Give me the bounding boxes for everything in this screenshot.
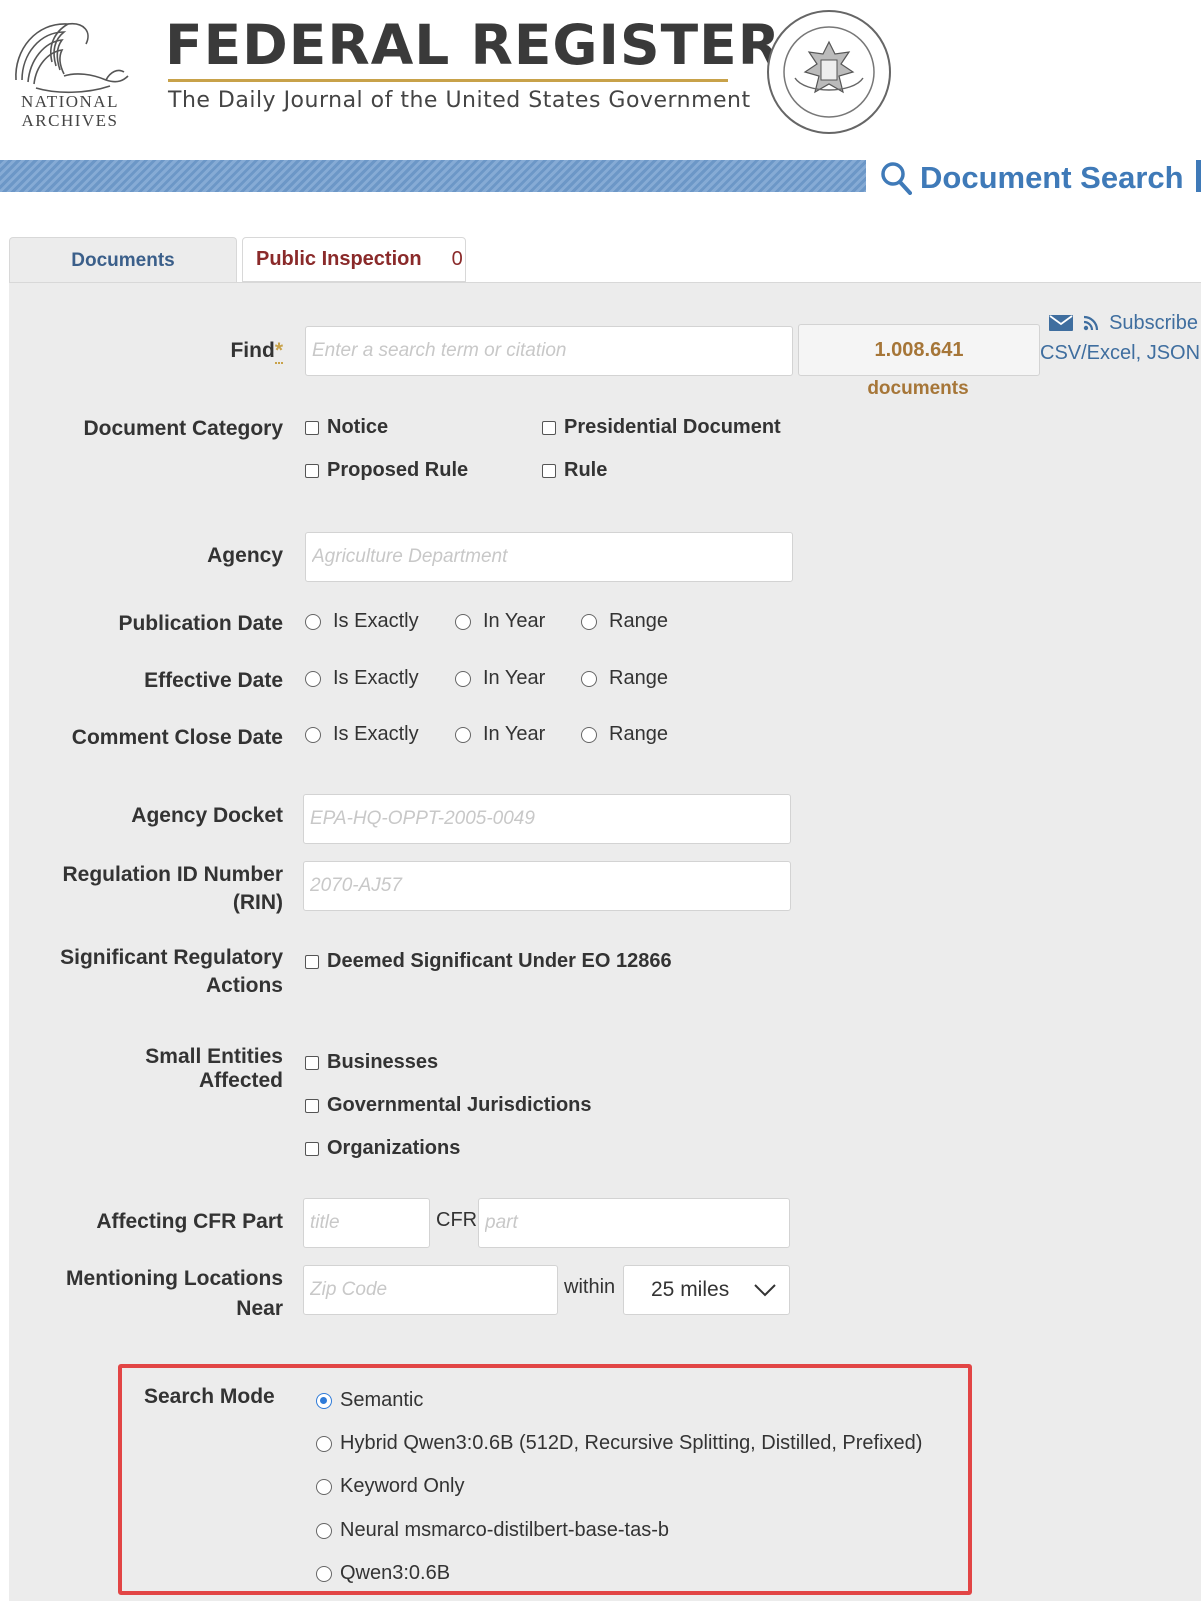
radio-dot[interactable] [581, 670, 597, 687]
search-icon [881, 162, 912, 195]
small-entities-label: Small Entities Affected [145, 1045, 283, 1092]
effective-date-range-radio[interactable]: Range [581, 667, 668, 690]
document-category-label: Document Category [83, 417, 283, 440]
result-count: 1.008.641 [798, 324, 1040, 376]
csv-json-link[interactable]: CSV/Excel, JSON [1040, 342, 1200, 365]
category-proposed-rule-checkbox[interactable]: Proposed Rule [305, 459, 468, 482]
checkbox-box[interactable] [305, 1098, 319, 1113]
checkbox-box[interactable] [305, 420, 319, 435]
radio-dot[interactable] [581, 613, 597, 630]
tab-documents[interactable]: Documents [9, 237, 237, 283]
publication-date-is-exactly-radio[interactable]: Is Exactly [305, 610, 419, 633]
banner-end-marker [1196, 160, 1201, 192]
agency-input[interactable] [305, 532, 793, 582]
radio-dot[interactable] [455, 613, 471, 630]
within-label: within [564, 1276, 616, 1298]
radio-dot[interactable] [316, 1565, 332, 1582]
email-icon[interactable] [1049, 315, 1074, 331]
radio-dot[interactable] [316, 1435, 332, 1452]
checkbox-box[interactable] [542, 420, 556, 435]
cfr-separator-label: CFR [436, 1209, 478, 1231]
radio-dot[interactable] [455, 726, 471, 743]
affecting-cfr-part-label: Affecting CFR Part [96, 1210, 283, 1233]
chevron-down-icon [754, 1284, 776, 1297]
effective-date-is-exactly-radio[interactable]: Is Exactly [305, 667, 419, 690]
site-subtitle: The Daily Journal of the United States G… [168, 88, 751, 113]
subscribe-link[interactable]: Subscribe [1040, 310, 1198, 336]
radio-dot[interactable] [581, 726, 597, 743]
small-entities-organizations-checkbox[interactable]: Organizations [305, 1137, 460, 1160]
subscribe-label[interactable]: Subscribe [1109, 312, 1198, 335]
checkbox-box[interactable] [305, 954, 319, 969]
export-links: Subscribe CSV/Excel, JSON [1040, 310, 1200, 365]
effective-date-label: Effective Date [144, 669, 283, 692]
category-presidential-document-checkbox[interactable]: Presidential Document [542, 416, 781, 439]
effective-date-in-year-radio[interactable]: In Year [455, 667, 545, 690]
required-marker: * [274, 339, 283, 364]
public-inspection-count: 0 [451, 248, 463, 270]
significant-actions-label: Significant Regulatory Actions [60, 946, 283, 997]
radio-dot[interactable] [305, 726, 321, 743]
distance-selected-value: 25 miles [651, 1278, 730, 1301]
rin-label: Regulation ID Number (RIN) [62, 863, 283, 914]
publication-date-range-radio[interactable]: Range [581, 610, 668, 633]
radio-dot[interactable] [316, 1392, 332, 1409]
checkbox-box[interactable] [305, 1141, 319, 1156]
rin-input[interactable] [303, 861, 791, 911]
checkbox-box[interactable] [542, 463, 556, 478]
result-count-label: documents [867, 378, 969, 399]
radio-dot[interactable] [316, 1522, 332, 1539]
radio-dot[interactable] [316, 1478, 332, 1495]
search-mode-qwen3-radio[interactable]: Qwen3:0.6B [316, 1562, 450, 1585]
tab-public-inspection-label: Public Inspection [256, 248, 422, 270]
site-title[interactable]: FEDERAL REGISTER [165, 14, 781, 76]
comment-close-date-in-year-radio[interactable]: In Year [455, 723, 545, 746]
search-mode-neural-radio[interactable]: Neural msmarco-distilbert-base-tas-b [316, 1519, 669, 1542]
title-divider [168, 79, 728, 82]
comment-close-date-range-radio[interactable]: Range [581, 723, 668, 746]
comment-close-date-is-exactly-radio[interactable]: Is Exactly [305, 723, 419, 746]
deemed-significant-checkbox[interactable]: Deemed Significant Under EO 12866 [305, 950, 672, 973]
national-archives-logo-text: NATIONAL ARCHIVES [21, 92, 119, 130]
category-notice-checkbox[interactable]: Notice [305, 416, 388, 439]
distance-select[interactable]: 25 miles [623, 1265, 790, 1315]
tab-public-inspection[interactable]: Public Inspection 0 [242, 237, 466, 282]
checkbox-box[interactable] [305, 463, 319, 478]
document-search-heading: Document Search [880, 158, 1184, 198]
agency-label: Agency [207, 544, 283, 567]
cfr-part-input[interactable] [478, 1198, 790, 1248]
search-mode-keyword-only-radio[interactable]: Keyword Only [316, 1475, 465, 1498]
find-input[interactable] [305, 326, 793, 376]
nara-seal-icon [767, 10, 891, 134]
cfr-title-input[interactable] [303, 1198, 430, 1248]
radio-dot[interactable] [305, 613, 321, 630]
zip-code-input[interactable] [303, 1265, 558, 1315]
agency-docket-input[interactable] [303, 794, 791, 844]
search-mode-hybrid-radio[interactable]: Hybrid Qwen3:0.6B (512D, Recursive Split… [316, 1432, 922, 1455]
publication-date-in-year-radio[interactable]: In Year [455, 610, 545, 633]
radio-dot[interactable] [305, 670, 321, 687]
small-entities-governmental-jurisdictions-checkbox[interactable]: Governmental Jurisdictions [305, 1094, 592, 1117]
find-label: Find* [230, 339, 283, 364]
comment-close-date-label: Comment Close Date [71, 726, 283, 749]
radio-dot[interactable] [455, 670, 471, 687]
rss-icon[interactable] [1083, 315, 1099, 331]
search-mode-label: Search Mode [144, 1385, 275, 1408]
publication-date-label: Publication Date [118, 612, 283, 635]
document-search-label: Document Search [920, 160, 1184, 195]
header-banner-bar [0, 160, 866, 192]
small-entities-businesses-checkbox[interactable]: Businesses [305, 1051, 438, 1074]
search-mode-semantic-radio[interactable]: Semantic [316, 1389, 423, 1412]
mentioning-locations-label: Mentioning Locations Near [66, 1267, 283, 1320]
agency-docket-label: Agency Docket [131, 804, 283, 827]
checkbox-box[interactable] [305, 1055, 319, 1070]
category-rule-checkbox[interactable]: Rule [542, 459, 607, 482]
